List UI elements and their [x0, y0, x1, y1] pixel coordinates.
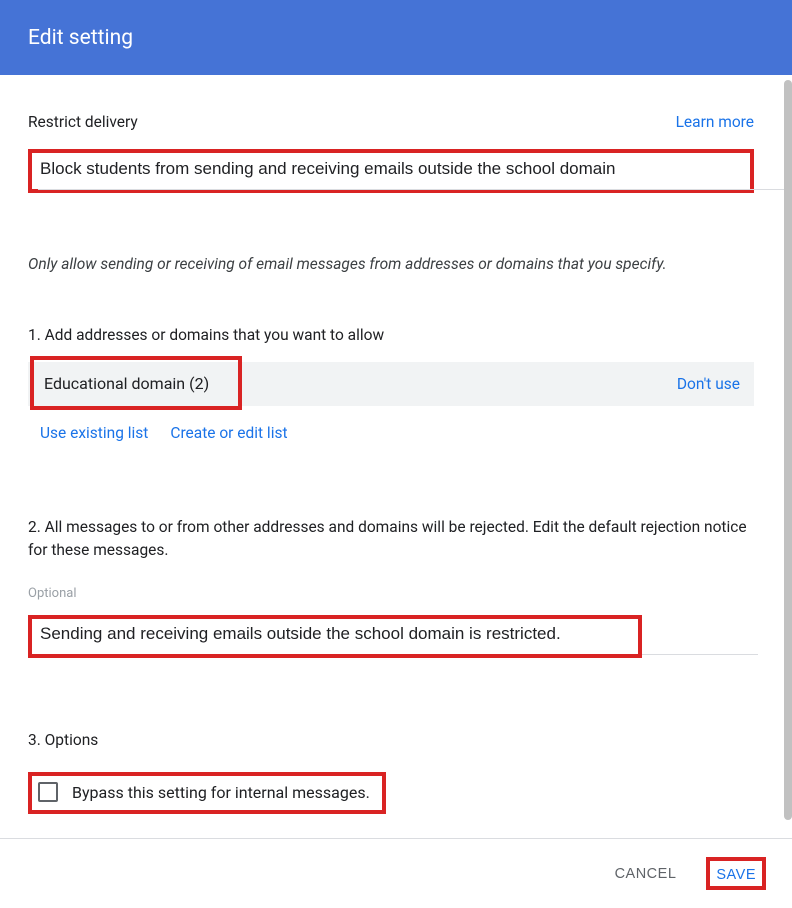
dont-use-link[interactable]: Don't use [677, 375, 740, 393]
step3-label: 3. Options [28, 729, 754, 752]
save-button[interactable]: SAVE [716, 867, 756, 883]
learn-more-link[interactable]: Learn more [676, 113, 754, 131]
dialog-header: Edit setting [0, 0, 792, 75]
bypass-checkbox-label: Bypass this setting for internal message… [72, 783, 370, 802]
optional-label: Optional [28, 586, 754, 601]
bypass-checkbox[interactable] [38, 782, 58, 802]
domain-list-row: Educational domain (2) Don't use [28, 362, 754, 406]
use-existing-list-link[interactable]: Use existing list [40, 424, 148, 442]
step2-label: 2. All messages to or from other address… [28, 516, 754, 563]
rejection-notice-input[interactable] [40, 624, 630, 644]
info-text: Only allow sending or receiving of email… [28, 253, 754, 276]
description-input[interactable] [40, 159, 742, 179]
cancel-button[interactable]: CANCEL [603, 858, 689, 890]
section-label: Restrict delivery [28, 113, 138, 131]
content-area: Restrict delivery Learn more Only allow … [0, 75, 792, 838]
step1-label: 1. Add addresses or domains that you wan… [28, 324, 754, 347]
domain-row-container: Educational domain (2) Don't use [28, 362, 754, 406]
section-top-row: Restrict delivery Learn more [28, 113, 754, 131]
dialog-title: Edit setting [28, 26, 133, 50]
list-link-row: Use existing list Create or edit list [28, 424, 754, 442]
bypass-checkbox-highlight: Bypass this setting for internal message… [28, 772, 386, 814]
dialog-footer: CANCEL SAVE [0, 838, 792, 908]
create-edit-list-link[interactable]: Create or edit list [170, 424, 287, 442]
scrollbar[interactable] [784, 80, 792, 820]
rejection-highlight [28, 615, 642, 658]
save-button-highlight: SAVE [706, 857, 766, 890]
domain-list-name: Educational domain (2) [44, 374, 209, 393]
description-highlight [28, 149, 754, 193]
